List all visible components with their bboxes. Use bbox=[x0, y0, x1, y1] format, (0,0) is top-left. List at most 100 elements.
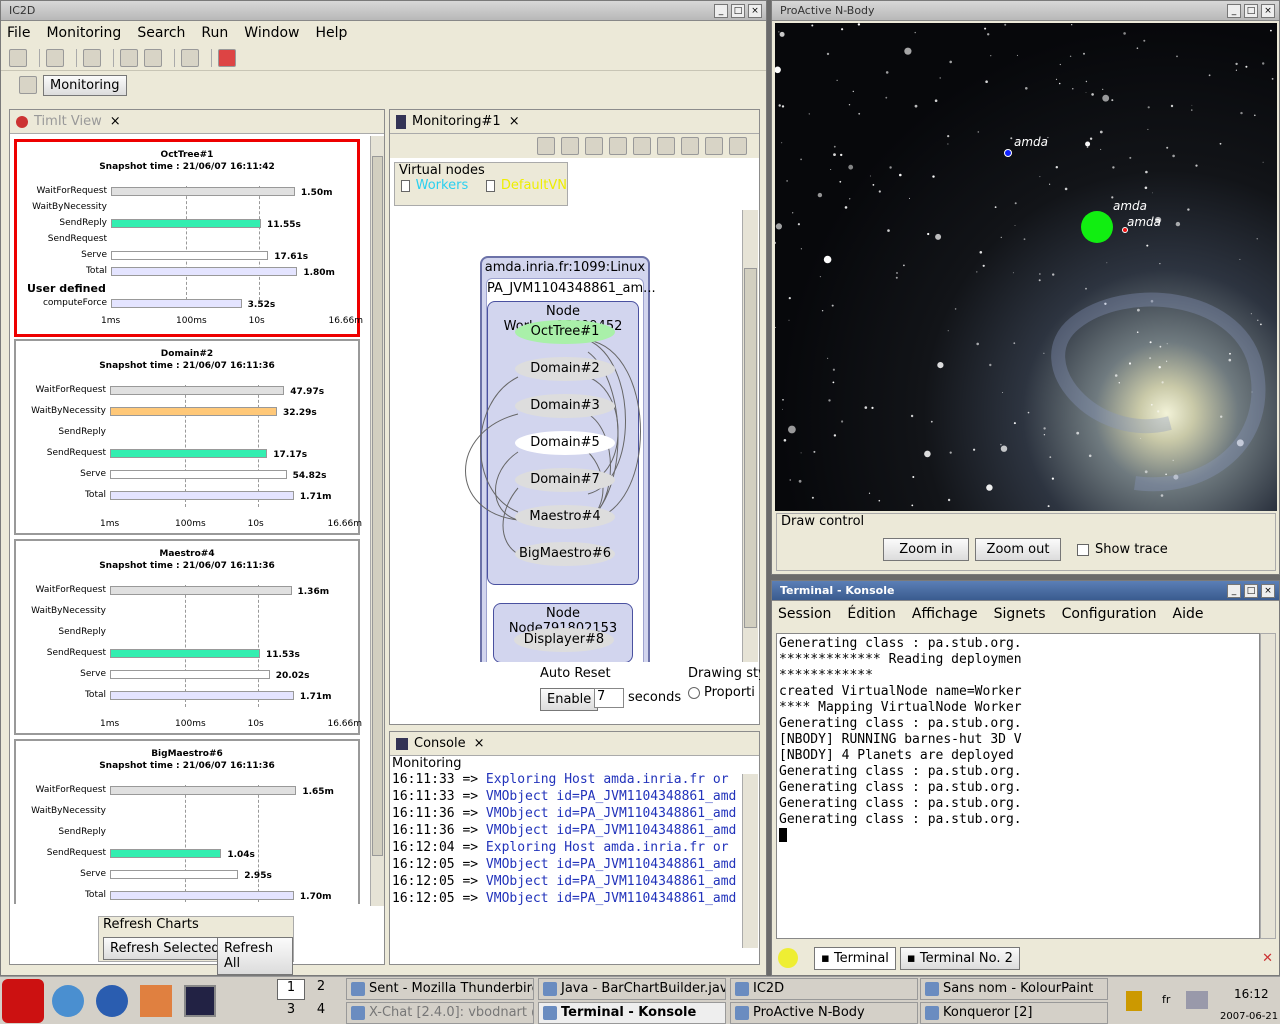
close-button[interactable]: × bbox=[1261, 583, 1275, 598]
refresh-selected-button[interactable]: Refresh Selected bbox=[103, 937, 227, 960]
keyboard-layout[interactable]: fr bbox=[1162, 993, 1170, 1006]
stop-icon[interactable] bbox=[561, 137, 579, 155]
zoom-in-icon[interactable] bbox=[681, 137, 699, 155]
maximize-button[interactable]: □ bbox=[731, 3, 745, 18]
minimize-button[interactable]: _ bbox=[714, 3, 728, 18]
nav-forward-icon[interactable] bbox=[144, 48, 162, 67]
nav-back-icon[interactable] bbox=[120, 48, 138, 67]
active-object-node[interactable]: Maestro#4 bbox=[515, 505, 615, 529]
close-tab-icon[interactable]: × bbox=[474, 736, 485, 751]
node-workers-box[interactable]: Node Workers25699452 bbox=[465, 301, 641, 585]
console-tab[interactable]: Console × bbox=[390, 732, 759, 756]
scroll-thumb[interactable] bbox=[372, 156, 383, 856]
active-object-displayer[interactable]: Displayer#8 bbox=[514, 628, 614, 652]
menu-aide[interactable]: Aide bbox=[1173, 606, 1204, 622]
planet-1[interactable] bbox=[1004, 149, 1012, 157]
terminal-scrollbar[interactable] bbox=[1260, 633, 1276, 939]
task-konqueror[interactable]: Konqueror [2] bbox=[920, 1002, 1108, 1024]
host-box[interactable]: amda.inria.fr:1099:Linux PA_JVM110434886… bbox=[465, 256, 656, 662]
charts-scrollbar[interactable] bbox=[370, 136, 384, 906]
active-object-node[interactable]: Domain#2 bbox=[515, 357, 615, 381]
graph-scroll-thumb[interactable] bbox=[744, 268, 757, 628]
printer-icon[interactable] bbox=[1186, 991, 1208, 1009]
menu-affichage[interactable]: Affichage bbox=[912, 606, 978, 622]
filter-icon[interactable] bbox=[657, 137, 675, 155]
monitoring-perspective-button[interactable]: Monitoring bbox=[43, 74, 127, 96]
folder-icon[interactable] bbox=[83, 48, 101, 67]
desktop-4[interactable]: 4 bbox=[307, 1002, 335, 1023]
task-ic2d[interactable]: IC2D bbox=[730, 978, 918, 1000]
workers-checkbox[interactable] bbox=[401, 179, 410, 192]
zoom-out-button[interactable]: Zoom out bbox=[975, 538, 1061, 561]
zoom-out-icon[interactable] bbox=[705, 137, 723, 155]
minimize-button[interactable]: _ bbox=[1227, 583, 1241, 598]
desktop-3[interactable]: 3 bbox=[277, 1002, 305, 1023]
default-vn-checkbox[interactable] bbox=[486, 179, 495, 192]
show-trace-checkbox[interactable] bbox=[1077, 544, 1089, 556]
ic2d-titlebar[interactable]: IC2D _ □ × bbox=[1, 1, 766, 21]
menu-help[interactable]: Help bbox=[315, 25, 347, 41]
menu-edition[interactable]: Édition bbox=[847, 606, 895, 622]
proportional-radio[interactable] bbox=[688, 686, 700, 699]
menu-run[interactable]: Run bbox=[201, 25, 228, 41]
nbody-titlebar[interactable]: ProActive N-Body _ □ × bbox=[772, 1, 1279, 21]
active-object-node[interactable]: Domain#5 bbox=[515, 431, 615, 455]
jvm-box[interactable]: PA_JVM1104348861_am... Node Workers25699… bbox=[465, 278, 656, 662]
clipboard-icon[interactable] bbox=[1126, 991, 1142, 1011]
zoom-in-button[interactable]: Zoom in bbox=[883, 538, 969, 561]
menu-window[interactable]: Window bbox=[244, 25, 299, 41]
timit-chart[interactable]: Domain#2 Snapshot time : 21/06/07 16:11:3… bbox=[14, 339, 362, 535]
terminal-area[interactable]: Generating class : pa.stub.org. *********… bbox=[776, 633, 1260, 939]
timit-chart[interactable]: OctTree#1 Snapshot time : 21/06/07 16:11:… bbox=[14, 139, 363, 337]
desktop-2[interactable]: 2 bbox=[307, 979, 335, 1000]
close-session-icon[interactable]: ✕ bbox=[1262, 951, 1273, 966]
menu-signets[interactable]: Signets bbox=[994, 606, 1046, 622]
task-kolourpaint[interactable]: Sans nom - KolourPaint bbox=[920, 978, 1108, 1000]
monitoring-tab[interactable]: Monitoring#1 × bbox=[390, 110, 759, 134]
planet-2[interactable] bbox=[1081, 211, 1113, 243]
refresh-icon[interactable] bbox=[537, 137, 555, 155]
timit-chart[interactable]: BigMaestro#6 Snapshot time : 21/06/07 16:… bbox=[14, 739, 360, 904]
home-launcher-icon[interactable] bbox=[140, 985, 172, 1017]
start-menu-icon[interactable] bbox=[2, 979, 44, 1023]
desktop-1[interactable]: 1 bbox=[277, 979, 305, 1000]
close-button[interactable]: × bbox=[1261, 3, 1275, 18]
graph-scrollbar[interactable] bbox=[742, 210, 758, 662]
konsole-titlebar[interactable]: Terminal - Konsole _ □ × bbox=[772, 581, 1279, 601]
tab-terminal-2[interactable]: ▪ Terminal No. 2 bbox=[899, 946, 1020, 970]
task-nbody[interactable]: ProActive N-Body bbox=[730, 1002, 918, 1024]
active-object-node[interactable]: OctTree#1 bbox=[515, 320, 615, 344]
timer-icon[interactable] bbox=[585, 137, 603, 155]
timit-tab[interactable]: TimIt View × bbox=[10, 110, 384, 134]
node-displayer-box[interactable]: Node Node791802153 Displayer#8 bbox=[493, 603, 633, 662]
timit-chart[interactable]: Maestro#4 Snapshot time : 21/06/07 16:11:… bbox=[14, 539, 362, 735]
menu-search[interactable]: Search bbox=[137, 25, 185, 41]
active-object-node[interactable]: BigMaestro#6 bbox=[515, 542, 615, 566]
browser-launcher-icon[interactable] bbox=[52, 985, 84, 1017]
eye-icon[interactable] bbox=[633, 137, 651, 155]
task-xchat[interactable]: X-Chat [2.4.0]: vbodnart @ bbox=[346, 1002, 534, 1024]
run-icon[interactable] bbox=[218, 48, 236, 67]
close-tab-icon[interactable]: × bbox=[509, 114, 520, 129]
menu-file[interactable]: File bbox=[7, 25, 30, 41]
task-java[interactable]: Java - BarChartBuilder.java bbox=[538, 978, 726, 1000]
new-session-icon[interactable] bbox=[778, 948, 798, 968]
console-scrollbar[interactable] bbox=[742, 774, 758, 948]
save-icon[interactable] bbox=[9, 48, 27, 67]
close-tab-icon[interactable]: × bbox=[110, 114, 121, 129]
reset-spinner[interactable]: 7 bbox=[594, 688, 624, 708]
maximize-button[interactable]: □ bbox=[1244, 583, 1258, 598]
zoom-icon[interactable] bbox=[609, 137, 627, 155]
active-object-node[interactable]: Domain#3 bbox=[515, 394, 615, 418]
menu-monitoring[interactable]: Monitoring bbox=[46, 25, 121, 41]
maximize-button[interactable]: □ bbox=[1244, 3, 1258, 18]
settings-icon[interactable] bbox=[729, 137, 747, 155]
task-konsole[interactable]: Terminal - Konsole bbox=[538, 1002, 726, 1024]
undo-icon[interactable] bbox=[181, 48, 199, 67]
mail-launcher-icon[interactable] bbox=[96, 985, 128, 1017]
tab-terminal[interactable]: ▪ Terminal bbox=[814, 946, 896, 970]
minimize-button[interactable]: _ bbox=[1227, 3, 1241, 18]
open-perspective-icon[interactable] bbox=[19, 76, 37, 94]
menu-configuration[interactable]: Configuration bbox=[1062, 606, 1157, 622]
pin-icon[interactable] bbox=[46, 48, 64, 67]
